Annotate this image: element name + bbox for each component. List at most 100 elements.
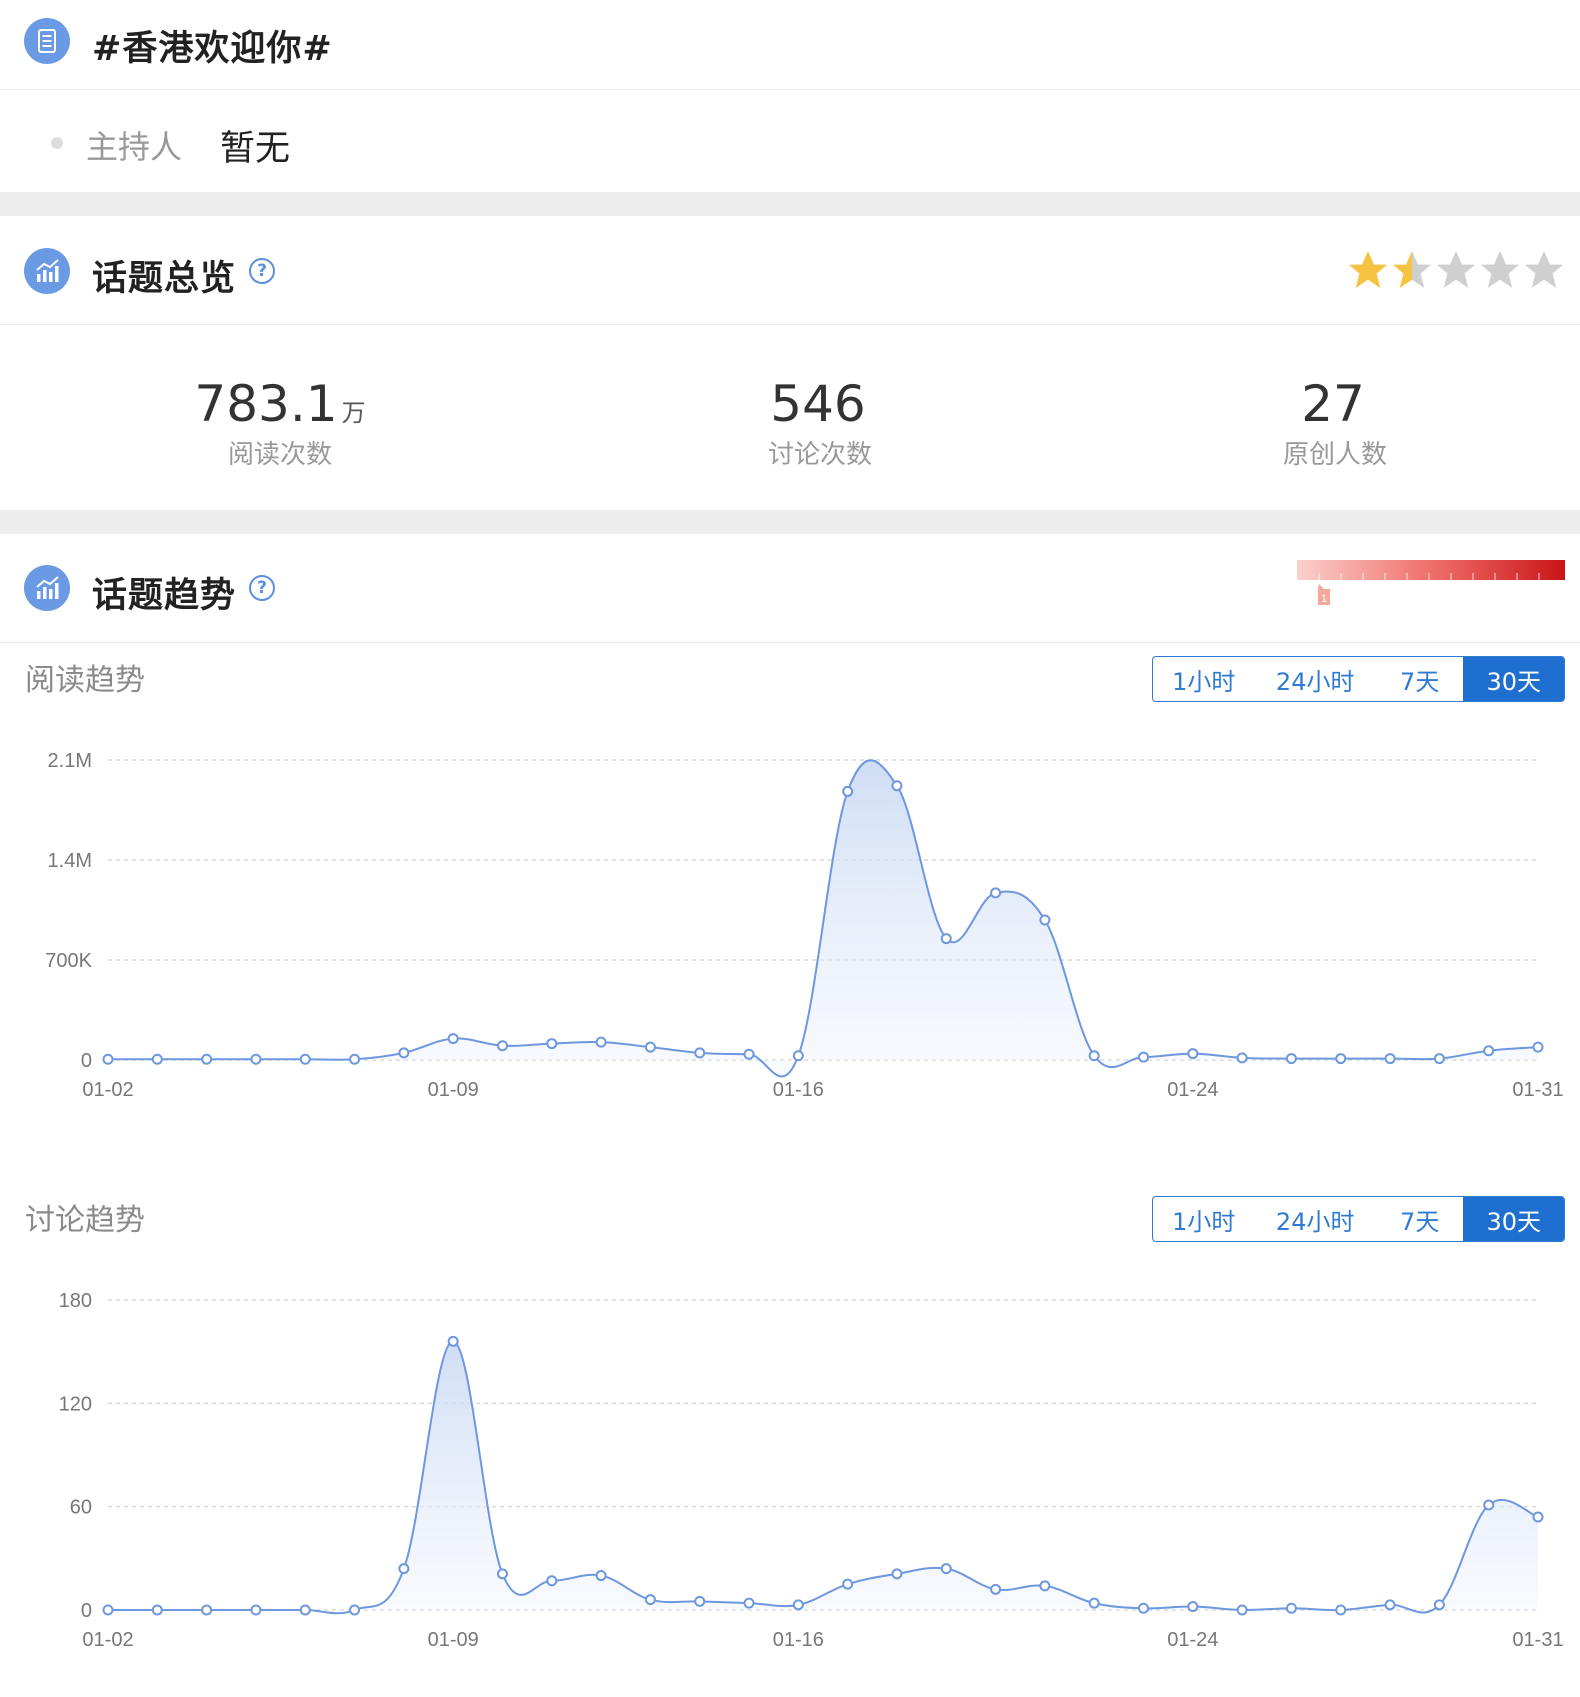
y-tick-label: 1.4M [48,850,92,872]
topic-header: #香港欢迎你# [0,0,1580,90]
data-point [201,1604,213,1616]
data-point [1187,1601,1199,1613]
y-tick-label: 700K [45,950,92,972]
x-tick-label: 01-09 [428,1629,479,1651]
data-point [1039,914,1051,926]
discussion-trend-chart: 0 60 120 180 01-02 01-09 01-16 01-24 01-31 [0,1280,1580,1690]
data-point [1088,1597,1100,1609]
y-tick-label: 120 [59,1393,92,1415]
data-point [1532,1041,1544,1053]
data-point [1532,1511,1544,1523]
x-tick-label: 01-31 [1512,1629,1563,1651]
divider [0,642,1580,643]
data-point [1138,1602,1150,1614]
section-gap [0,192,1580,216]
star-icon [1349,251,1387,288]
range-30d-button[interactable]: 30天 [1463,1197,1564,1241]
range-7d-button[interactable]: 7天 [1376,657,1464,701]
data-point [1335,1053,1347,1065]
y-tick-label: 180 [59,1290,92,1312]
data-point [546,1038,558,1050]
trend-title: 话题趋势 [92,576,237,616]
chart-svg: 0 700K 1.4M 2.1M 01-02 01-09 01-16 01-24 01-31 [45,750,1563,1101]
data-point [990,887,1002,899]
heat-level: 1 [1321,593,1327,605]
data-point [546,1575,558,1587]
stat-unit: 万 [341,399,366,427]
data-point [1236,1052,1248,1064]
data-point [842,785,854,797]
x-tick-label: 01-09 [428,1079,479,1101]
series-area [108,1341,1538,1614]
data-point [891,1568,903,1580]
star-empty-icon [1525,251,1563,288]
data-point [250,1053,262,1065]
data-point [201,1053,213,1065]
bullet-dot [51,137,63,149]
data-point [349,1053,361,1065]
data-point [1335,1604,1347,1616]
data-point [102,1053,114,1065]
stat-label: 讨论次数 [767,440,872,470]
x-tick-label: 01-31 [1512,1079,1563,1101]
range-24h-button[interactable]: 24小时 [1255,657,1376,701]
star-half-icon [1393,251,1431,288]
data-point [694,1047,706,1059]
data-point [398,1563,410,1575]
series-line [108,1340,1539,1615]
data-point [299,1604,311,1616]
data-point [1236,1604,1248,1616]
stat-label: 阅读次数 [227,440,332,470]
divider [0,324,1580,325]
data-point [1138,1051,1150,1063]
overview-title: 话题总览 [92,259,237,299]
data-point [151,1053,163,1065]
y-tick-label: 2.1M [48,750,92,772]
x-tick-label: 01-16 [773,1079,824,1101]
range-1h-button[interactable]: 1小时 [1153,1197,1255,1241]
data-point [250,1604,262,1616]
chart-icon [24,248,70,294]
data-point [1187,1048,1199,1060]
rating-stars [1349,251,1563,288]
section-gap [0,510,1580,534]
data-point [349,1604,361,1616]
time-range-selector[interactable]: 1小时 24小时 7天 30天 [1152,1196,1565,1242]
help-icon[interactable]: ? [249,258,275,284]
data-point [151,1604,163,1616]
stat-label: 原创人数 [1282,440,1387,470]
stat-value: 783.1 [194,375,338,433]
host-value: 暂无 [220,129,291,169]
time-range-selector[interactable]: 1小时 24小时 7天 30天 [1152,656,1565,702]
range-1h-button[interactable]: 1小时 [1153,657,1255,701]
data-point [644,1594,656,1606]
stat-value: 546 [770,375,866,433]
help-icon[interactable]: ? [249,575,275,601]
document-icon [24,18,70,64]
data-point [496,1568,508,1580]
range-24h-button[interactable]: 24小时 [1255,1197,1376,1241]
chart-title: 讨论趋势 [25,1203,145,1238]
data-point [595,1036,607,1048]
data-point [694,1595,706,1607]
data-point [299,1053,311,1065]
range-7d-button[interactable]: 7天 [1376,1197,1464,1241]
range-30d-button[interactable]: 30天 [1463,657,1564,701]
heat-scale: 1 [1297,560,1565,605]
data-point [940,1563,952,1575]
data-point [792,1050,804,1062]
data-point [1384,1599,1396,1611]
data-point [1285,1053,1297,1065]
data-point [447,1335,459,1347]
topic-title: #香港欢迎你# [92,29,333,69]
data-point [792,1599,804,1611]
y-tick-label: 0 [81,1600,92,1622]
data-point [842,1578,854,1590]
data-point [743,1597,755,1609]
data-point [447,1033,459,1045]
y-tick-label: 60 [70,1497,92,1519]
data-point [1384,1053,1396,1065]
data-point [398,1047,410,1059]
data-point [1433,1053,1445,1065]
chart-svg: 0 60 120 180 01-02 01-09 01-16 01-24 01-31 [59,1290,1564,1651]
